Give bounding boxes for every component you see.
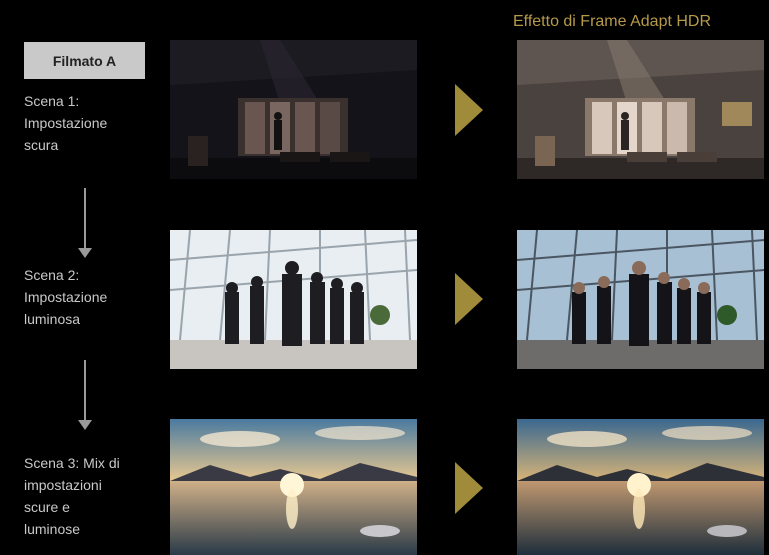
right-arrow-icon <box>455 84 483 136</box>
footage-tag: Filmato A <box>24 42 145 79</box>
scene-1-original-image <box>170 40 417 179</box>
scene-1-processed-image <box>517 40 764 179</box>
scene-2-label: Scena 2: Impostazione luminosa <box>24 267 108 327</box>
right-arrow-icon <box>455 462 483 514</box>
scene-3-label: Scena 3: Mix di impostazioni scure e lum… <box>24 455 120 537</box>
scene-3-original-image <box>170 419 417 555</box>
scene-2-original-image <box>170 230 417 369</box>
hdr-effect-title: Effetto di Frame Adapt HDR <box>513 13 712 30</box>
down-arrow-icon <box>78 188 92 258</box>
down-arrow-icon <box>78 360 92 430</box>
right-arrow-icon <box>455 273 483 325</box>
scene-2-processed-image <box>517 230 764 369</box>
scene-3-processed-image <box>517 419 764 555</box>
scene-1-label: Scena 1: Impostazione scura <box>24 93 108 153</box>
